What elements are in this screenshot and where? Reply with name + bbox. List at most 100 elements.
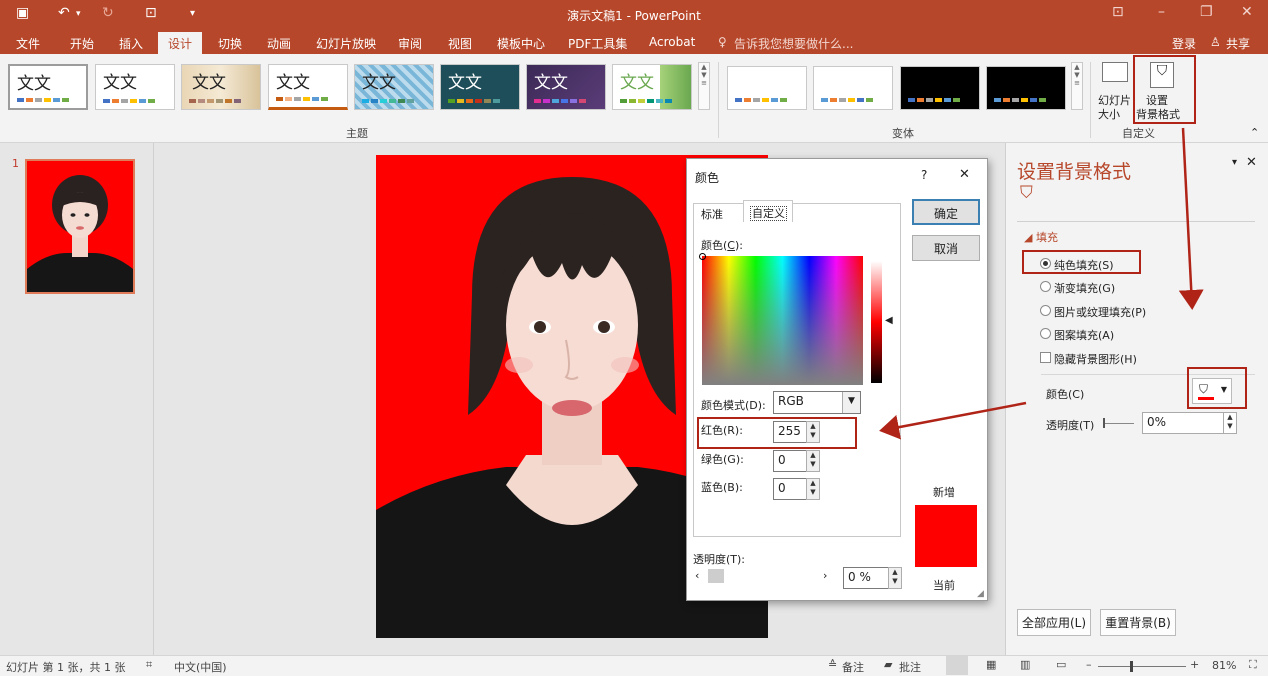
radio-picture-fill[interactable] <box>1040 305 1051 316</box>
color-mode-label: 颜色模式(D): <box>701 399 766 412</box>
dialog-transparency-spinner[interactable]: ▲ ▼ <box>888 567 902 589</box>
window-title: 演示文稿1 - PowerPoint <box>567 9 701 23</box>
transparency-input[interactable]: 0% <box>1142 412 1224 434</box>
notes-icon[interactable]: ≙ <box>828 658 837 671</box>
variants-scroll[interactable]: ▲ ▼ ≡ <box>1071 62 1083 110</box>
zoom-level[interactable]: 81% <box>1212 659 1236 672</box>
tab-review[interactable]: 审阅 <box>398 35 422 52</box>
transparency-spinner[interactable]: ▲ ▼ <box>1223 412 1237 434</box>
theme-wood[interactable]: 文文 <box>181 64 261 110</box>
fill-section-header[interactable]: ◢ 填充 <box>1024 229 1058 245</box>
transparency-slider[interactable] <box>1104 423 1134 424</box>
reset-background-button[interactable]: 重置背景(B) <box>1100 609 1176 636</box>
spectrum-crosshair[interactable] <box>699 253 706 260</box>
chevron-down-icon[interactable]: ▼ <box>842 392 860 413</box>
color-mode-select[interactable]: RGB ▼ <box>773 391 861 414</box>
resize-grip-icon[interactable]: ◢ <box>977 589 984 599</box>
green-spinner[interactable]: ▲ ▼ <box>806 450 820 472</box>
blue-spinner[interactable]: ▲ ▼ <box>806 478 820 500</box>
tab-acrobat[interactable]: Acrobat <box>649 35 695 49</box>
tab-custom[interactable]: 自定义 <box>743 200 793 222</box>
fill-bucket-icon[interactable]: ⛉ <box>1020 183 1033 203</box>
slideshow-view-icon[interactable]: ▭ <box>1056 658 1066 671</box>
zoom-slider[interactable] <box>1098 666 1186 667</box>
share-icon[interactable]: ♙ <box>1210 35 1221 49</box>
hide-bg-graphics-label[interactable]: 隐藏背景图形(H) <box>1054 351 1137 367</box>
accessibility-icon[interactable]: ⌗ <box>146 658 152 672</box>
slide-size-button[interactable]: 幻灯片 大小 <box>1096 60 1134 122</box>
hide-bg-graphics-checkbox[interactable] <box>1040 352 1051 363</box>
comments-icon[interactable]: ▰ <box>884 658 892 671</box>
tab-transitions[interactable]: 切换 <box>218 35 242 52</box>
apply-all-button[interactable]: 全部应用(L) <box>1017 609 1091 636</box>
transparency-scroll-left-icon[interactable]: ‹ <box>695 569 699 582</box>
themes-scroll[interactable]: ▲ ▼ ≡ <box>698 62 710 110</box>
minimize-icon[interactable]: – <box>1158 4 1165 20</box>
dialog-transparency-label: 透明度(T): <box>693 553 746 566</box>
theme-office[interactable]: 文文 <box>8 64 88 110</box>
luminance-pointer-icon[interactable]: ◀ <box>885 315 893 326</box>
transparency-slider-thumb[interactable] <box>708 569 724 583</box>
variant-4[interactable] <box>986 66 1066 110</box>
maximize-icon[interactable]: ❐ <box>1200 4 1213 20</box>
reading-view-icon[interactable]: ▥ <box>1020 658 1030 671</box>
transparency-slider-knob[interactable] <box>1103 418 1105 428</box>
notes-button[interactable]: 备注 <box>842 659 864 675</box>
radio-pattern-fill[interactable] <box>1040 328 1051 339</box>
tab-pdf-tools[interactable]: PDF工具集 <box>568 35 627 52</box>
slide-sorter-icon[interactable]: ▦ <box>986 658 996 671</box>
fit-to-window-icon[interactable]: ⛶ <box>1249 658 1257 672</box>
luminance-bar[interactable] <box>871 261 882 383</box>
cancel-button[interactable]: 取消 <box>912 235 980 261</box>
color-spectrum[interactable] <box>699 253 863 385</box>
share-button[interactable]: 共享 <box>1226 35 1250 52</box>
ok-button[interactable]: 确定 <box>912 199 980 225</box>
ribbon-display-options-icon[interactable]: ⊡ <box>1112 4 1124 20</box>
slide-thumbnail-1[interactable] <box>25 159 135 294</box>
tab-template-center[interactable]: 模板中心 <box>497 35 545 52</box>
blue-value-input[interactable]: 0 <box>773 478 807 500</box>
pane-close-icon[interactable]: ✕ <box>1246 155 1257 170</box>
help-button[interactable]: ? <box>921 168 927 182</box>
dialog-close-icon[interactable]: ✕ <box>959 167 970 182</box>
variant-1[interactable] <box>727 66 807 110</box>
tab-file[interactable]: 文件 <box>16 35 40 52</box>
comments-button[interactable]: 批注 <box>899 659 921 675</box>
zoom-slider-thumb[interactable] <box>1130 661 1133 672</box>
slide-info: 幻灯片 第 1 张，共 1 张 <box>6 661 126 674</box>
tab-slideshow[interactable]: 幻灯片放映 <box>316 35 376 52</box>
transparency-scroll-right-icon[interactable]: › <box>823 569 827 582</box>
theme-dark-teal[interactable]: 文文 <box>440 64 520 110</box>
theme-ion[interactable]: 文文 <box>268 64 348 110</box>
pane-options-icon[interactable]: ▾ <box>1232 157 1237 168</box>
green-label: 绿色(G): <box>701 453 744 466</box>
collapse-ribbon-icon[interactable]: ⌃ <box>1250 126 1259 139</box>
variant-3[interactable] <box>900 66 980 110</box>
green-value-input[interactable]: 0 <box>773 450 807 472</box>
zoom-in-icon[interactable]: + <box>1190 658 1199 671</box>
theme-green[interactable]: 文文 <box>612 64 692 110</box>
zoom-out-icon[interactable]: – <box>1086 658 1092 671</box>
normal-view-icon[interactable] <box>946 656 968 675</box>
theme-purple[interactable]: 文文 <box>526 64 606 110</box>
variant-2[interactable] <box>813 66 893 110</box>
login-link[interactable]: 登录 <box>1172 35 1196 52</box>
tab-design[interactable]: 设计 <box>158 32 203 54</box>
gradient-fill-label[interactable]: 渐变填充(G) <box>1054 280 1115 296</box>
tab-home[interactable]: 开始 <box>70 35 94 52</box>
radio-gradient-fill[interactable] <box>1040 281 1051 292</box>
dialog-transparency-input[interactable]: 0 % <box>843 567 889 589</box>
language-indicator[interactable]: 中文(中国) <box>174 659 227 675</box>
theme-office-2[interactable]: 文文 <box>95 64 175 110</box>
tab-standard[interactable]: 标准 <box>701 206 723 222</box>
picture-fill-label[interactable]: 图片或纹理填充(P) <box>1054 304 1146 320</box>
slide-size-icon <box>1102 62 1128 82</box>
portrait-thumbnail-image <box>27 161 133 292</box>
tab-animations[interactable]: 动画 <box>267 35 291 52</box>
tell-me-search[interactable]: 告诉我您想要做什么... <box>734 35 853 52</box>
close-icon[interactable]: ✕ <box>1241 4 1253 20</box>
theme-pattern[interactable]: 文文 <box>354 64 434 110</box>
tab-insert[interactable]: 插入 <box>119 35 143 52</box>
tab-view[interactable]: 视图 <box>448 35 472 52</box>
pattern-fill-label[interactable]: 图案填充(A) <box>1054 327 1114 343</box>
